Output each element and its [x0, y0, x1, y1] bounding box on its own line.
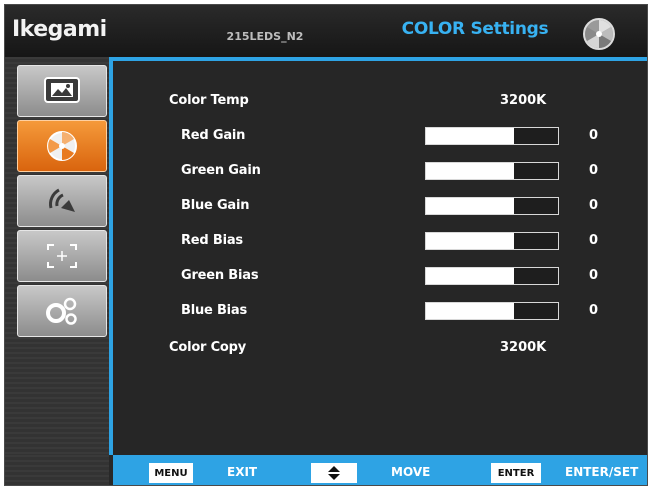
blue-bias-slider[interactable] — [425, 302, 559, 320]
blue-gain-value: 0 — [589, 198, 599, 213]
green-bias-label: Green Bias — [181, 268, 259, 283]
menu-key[interactable]: MENU — [149, 463, 193, 483]
audio-icon — [49, 188, 75, 212]
color-wheel-icon — [47, 131, 77, 161]
blue-bias-label: Blue Bias — [181, 303, 248, 318]
row-red-bias[interactable]: Red Bias 0 — [113, 230, 647, 254]
green-bias-slider[interactable] — [425, 267, 559, 285]
page-title: COLOR Settings — [401, 19, 549, 39]
tab-audio[interactable] — [17, 175, 107, 227]
gears-icon — [46, 297, 77, 325]
osd-window: Ikegami 215LEDS_N2 COLOR Settings Color … — [4, 4, 648, 486]
row-blue-gain[interactable]: Blue Gain 0 — [113, 195, 647, 219]
blue-gain-label: Blue Gain — [181, 198, 250, 213]
green-gain-value: 0 — [589, 163, 599, 178]
tab-marker[interactable] — [17, 230, 107, 282]
blue-bias-value: 0 — [589, 303, 599, 318]
green-gain-slider[interactable] — [425, 162, 559, 180]
row-color-temp[interactable]: Color Temp 3200K — [113, 90, 647, 114]
marker-icon — [47, 244, 77, 268]
row-blue-bias[interactable]: Blue Bias 0 — [113, 300, 647, 324]
picture-icon — [44, 77, 80, 103]
row-green-bias[interactable]: Green Bias 0 — [113, 265, 647, 289]
footer-left-panel — [5, 455, 109, 485]
settings-panel: Color Temp 3200K Red Gain 0 Green Gain 0… — [113, 61, 647, 455]
header-bar: Ikegami 215LEDS_N2 COLOR Settings — [5, 5, 647, 57]
color-copy-value: 3200K — [500, 340, 547, 355]
row-color-copy[interactable]: Color Copy 3200K — [113, 337, 647, 361]
sidebar — [5, 57, 109, 485]
up-down-arrows-icon[interactable] — [311, 463, 357, 483]
model-name: 215LEDS_N2 — [226, 30, 304, 43]
enter-key[interactable]: ENTER — [491, 463, 541, 483]
blue-gain-slider[interactable] — [425, 197, 559, 215]
tab-picture[interactable] — [17, 65, 107, 117]
red-gain-slider[interactable] — [425, 127, 559, 145]
tab-color[interactable] — [17, 120, 107, 172]
color-copy-label: Color Copy — [169, 340, 247, 355]
tab-system[interactable] — [17, 285, 107, 337]
red-bias-slider[interactable] — [425, 232, 559, 250]
footer-bar: MENU EXIT MOVE ENTER ENTER/SET — [113, 455, 647, 485]
color-temp-label: Color Temp — [169, 93, 249, 108]
red-bias-label: Red Bias — [181, 233, 243, 248]
color-temp-value: 3200K — [500, 93, 547, 108]
green-bias-value: 0 — [589, 268, 599, 283]
move-label: MOVE — [391, 465, 431, 479]
row-red-gain[interactable]: Red Gain 0 — [113, 125, 647, 149]
green-gain-label: Green Gain — [181, 163, 261, 178]
color-wheel-icon — [582, 17, 616, 51]
exit-label: EXIT — [227, 465, 258, 479]
red-bias-value: 0 — [589, 233, 599, 248]
row-green-gain[interactable]: Green Gain 0 — [113, 160, 647, 184]
brand-logo: Ikegami — [12, 17, 107, 42]
red-gain-value: 0 — [589, 128, 599, 143]
enter-set-label: ENTER/SET — [565, 465, 639, 479]
red-gain-label: Red Gain — [181, 128, 246, 143]
